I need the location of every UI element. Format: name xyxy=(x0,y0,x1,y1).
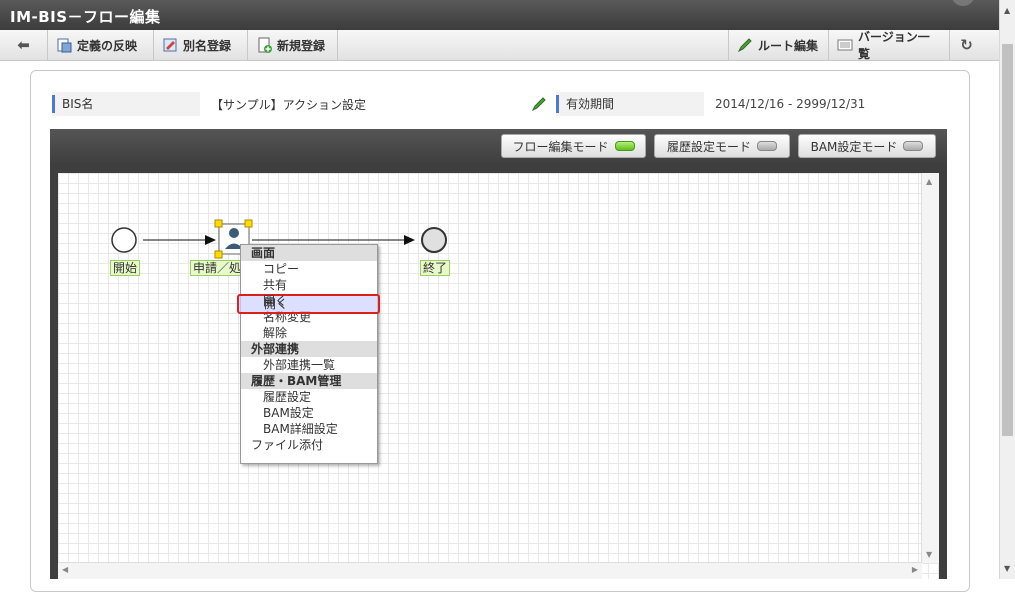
context-menu: 画面 コピー 共有 開く 名称変更 解除 外部連携 外部連携一覧 履歴・BAM管… xyxy=(240,244,378,464)
menu-item-share[interactable]: 共有 xyxy=(241,277,377,293)
arrow-head-icon xyxy=(404,235,415,245)
menu-item-attach-file[interactable]: ファイル添付 xyxy=(241,437,377,453)
start-node-label: 開始 xyxy=(110,260,141,276)
end-node-label: 終了 xyxy=(420,260,451,276)
menu-section-screen: 画面 xyxy=(241,245,377,261)
menu-item-bam-setting[interactable]: BAM設定 xyxy=(241,405,377,421)
menu-item-external-list[interactable]: 外部連携一覧 xyxy=(241,357,377,373)
menu-item-bam-detail[interactable]: BAM詳細設定 xyxy=(241,421,377,437)
end-node[interactable] xyxy=(421,227,447,253)
start-node[interactable] xyxy=(111,227,137,253)
menu-item-open[interactable]: 開く xyxy=(241,293,377,309)
menu-item-release[interactable]: 解除 xyxy=(241,325,377,341)
menu-item-copy[interactable]: コピー xyxy=(241,261,377,277)
menu-item-open-text[interactable]: 開く xyxy=(264,296,288,312)
menu-item-history-setting[interactable]: 履歴設定 xyxy=(241,389,377,405)
flow-diagram xyxy=(111,219,447,259)
selection-handle[interactable] xyxy=(214,250,223,259)
menu-section-external: 外部連携 xyxy=(241,341,377,357)
arrow-head-icon xyxy=(205,235,216,245)
task-node-label: 申請／処 xyxy=(190,260,245,276)
selection-handle[interactable] xyxy=(244,219,253,228)
selection-handle[interactable] xyxy=(214,219,223,228)
menu-section-history: 履歴・BAM管理 xyxy=(241,373,377,389)
